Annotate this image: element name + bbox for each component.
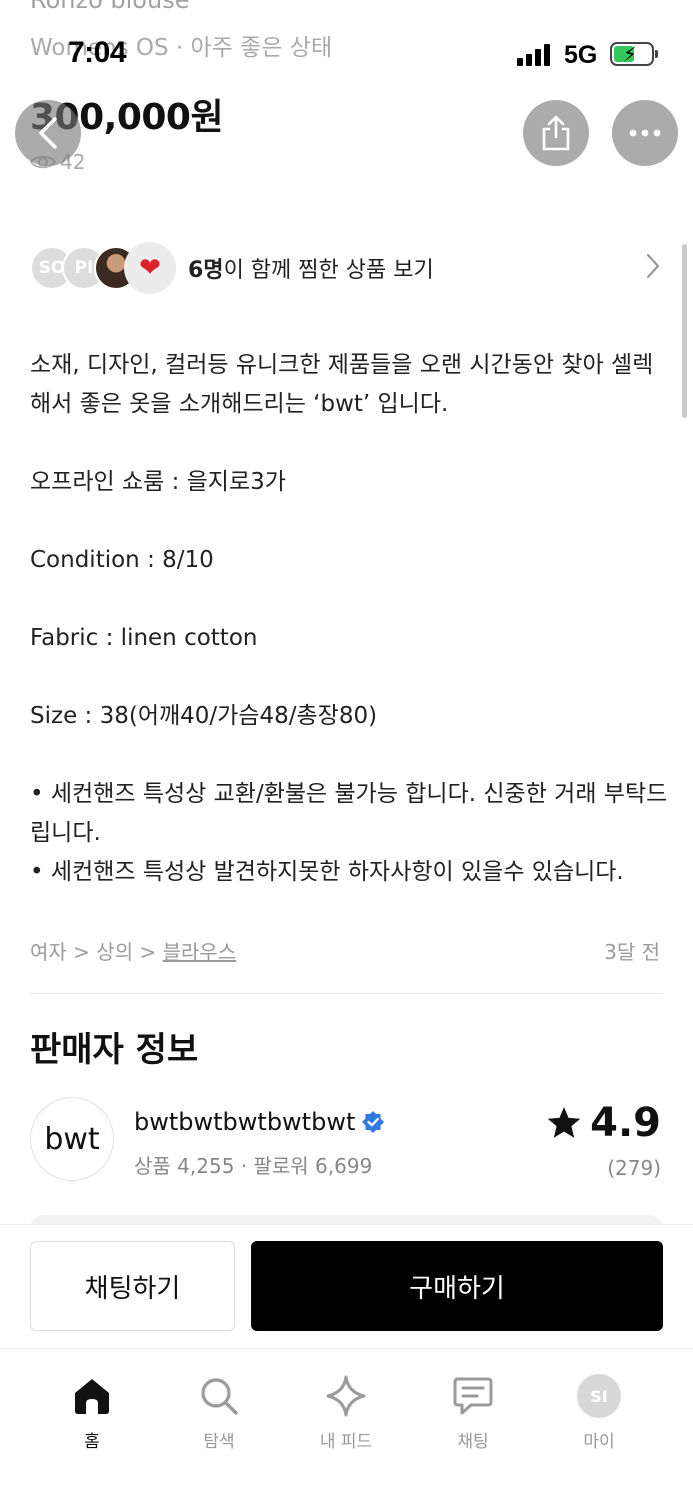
description-line: Condition : 8/10 — [30, 547, 214, 573]
sparkle-icon — [326, 1375, 366, 1417]
tab-chat[interactable]: 채팅 — [418, 1371, 528, 1452]
description-line: Size : 38(어깨40/가슴48/총장80) — [30, 703, 378, 729]
more-options-button[interactable] — [612, 100, 678, 166]
chat-icon — [453, 1377, 493, 1415]
cellular-signal-icon — [517, 44, 550, 66]
avatar-icon: SI — [577, 1374, 621, 1418]
description-line: 오프라인 쇼룸 : 을지로3가 — [30, 469, 286, 495]
heart-icon: ❤ — [124, 242, 176, 294]
product-description: 소재, 디자인, 컬러등 유니크한 제품들을 오랜 시간동안 찾아 셀렉해서 좋… — [30, 346, 670, 892]
chevron-left-icon — [39, 117, 57, 149]
breadcrumb-separator: > — [66, 940, 97, 964]
seller-rating: 4.9 — [546, 1100, 661, 1146]
more-dots-icon — [629, 129, 661, 137]
tab-label: 채팅 — [457, 1432, 489, 1452]
bottom-tab-bar: 홈 탐색 내 피드 채팅 SI 마이 — [0, 1348, 693, 1500]
seller-name-row[interactable]: bwtbwtbwtbwtbwt — [134, 1108, 385, 1136]
tab-label: 마이 — [583, 1432, 615, 1452]
tab-label: 홈 — [84, 1432, 100, 1452]
category-level1: 여자 — [30, 940, 67, 964]
seller-section-title: 판매자 정보 — [30, 1030, 199, 1070]
review-count[interactable]: (279) — [607, 1156, 661, 1180]
chevron-right-icon — [646, 253, 660, 279]
purchase-action-bar: 채팅하기 구매하기 — [0, 1224, 693, 1348]
home-icon — [75, 1379, 109, 1414]
status-time: 7:04 — [68, 36, 127, 69]
description-line: 소재, 디자인, 컬러등 유니크한 제품들을 오랜 시간동안 찾아 셀렉해서 좋… — [30, 352, 654, 417]
likes-label: 6명이 함께 찜한 상품 보기 — [188, 252, 434, 284]
status-bar: 7:04 5G ⚡ — [0, 0, 693, 100]
search-icon — [201, 1378, 238, 1415]
share-icon — [542, 115, 570, 151]
breadcrumb-separator: > — [133, 940, 163, 964]
tab-label: 탐색 — [203, 1432, 235, 1452]
tab-my[interactable]: SI 마이 — [544, 1371, 654, 1452]
scrollbar[interactable] — [682, 244, 687, 418]
battery-icon: ⚡ — [610, 42, 658, 66]
divider — [30, 993, 663, 994]
description-line: • 세컨핸즈 특성상 교환/환불은 불가능 합니다. 신중한 거래 부탁드립니다… — [30, 781, 668, 846]
category-level2: 상의 — [96, 940, 134, 964]
seller-name: bwtbwtbwtbwtbwt — [134, 1108, 356, 1136]
tab-my-feed[interactable]: 내 피드 — [291, 1371, 401, 1452]
verified-badge-icon — [362, 1111, 385, 1133]
posted-time: 3달 전 — [604, 940, 660, 964]
tab-home[interactable]: 홈 — [37, 1371, 147, 1452]
tab-label: 내 피드 — [319, 1432, 373, 1452]
category-link[interactable]: 블라우스 — [163, 940, 237, 964]
rating-value: 4.9 — [590, 1100, 661, 1146]
category-breadcrumb: 여자 > 상의 > 블라우스 — [30, 936, 236, 965]
likes-row[interactable]: SO PI ❤ 6명이 함께 찜한 상품 보기 — [30, 238, 663, 298]
tab-search[interactable]: 탐색 — [164, 1371, 274, 1452]
seller-avatar[interactable]: bwt — [30, 1097, 114, 1181]
seller-stats: 상품 4,255 · 팔로워 6,699 — [134, 1154, 373, 1178]
network-type: 5G — [564, 41, 598, 69]
back-button[interactable] — [15, 100, 81, 166]
likes-text: 이 함께 찜한 상품 보기 — [223, 258, 434, 283]
buy-button[interactable]: 구매하기 — [251, 1241, 663, 1331]
share-button[interactable] — [523, 100, 589, 166]
star-icon — [547, 1107, 581, 1138]
likes-count: 6명 — [188, 258, 224, 283]
description-line: Fabric : linen cotton — [30, 625, 258, 651]
description-line: • 세컨핸즈 특성상 발견하지못한 하자사항이 있을수 있습니다. — [30, 859, 624, 885]
chat-button[interactable]: 채팅하기 — [30, 1241, 235, 1331]
